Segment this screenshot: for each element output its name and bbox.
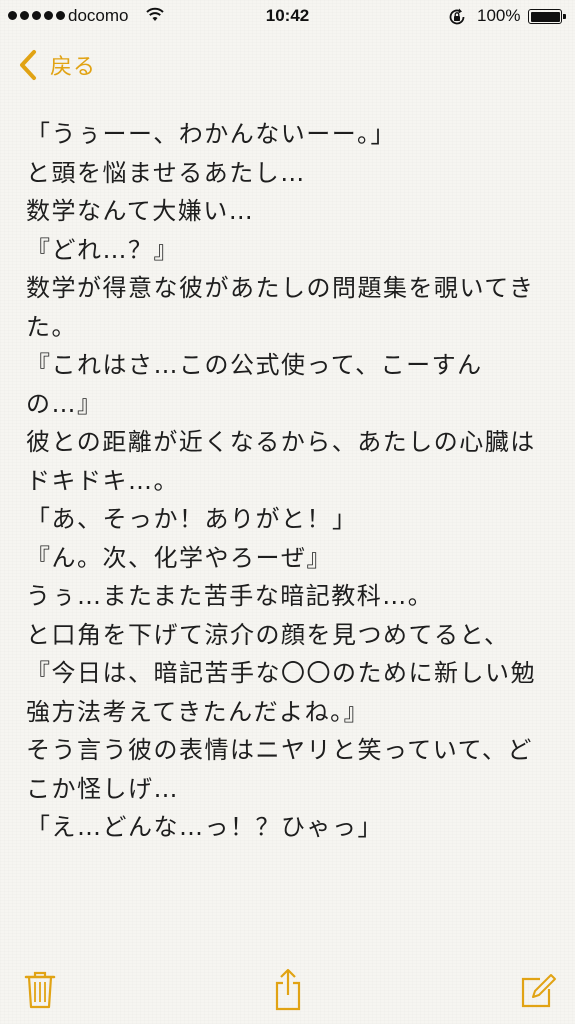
trash-icon: [24, 971, 56, 1009]
note-text[interactable]: 「うぅーー、わかんないーー。」 と頭を悩ませるあたし… 数学なんて大嫌い… 『どれ…？…: [26, 115, 556, 847]
note-line: 強方法考えてきたんだよね。』: [26, 697, 370, 726]
note-line: 『どれ…？』: [26, 235, 179, 264]
status-bar: docomo 10:42 100%: [0, 0, 575, 34]
back-button[interactable]: 戻る: [14, 47, 96, 83]
share-button[interactable]: [268, 967, 308, 1011]
note-line: 数学なんて大嫌い…: [26, 197, 255, 225]
note-line: 彼との距離が近くなるから、あたしの心臓は: [26, 428, 536, 456]
note-line: 「うぅーー、わかんないーー。」: [26, 120, 397, 148]
note-line: た。: [26, 312, 77, 341]
battery-icon: [528, 9, 566, 24]
chevron-left-icon: [20, 50, 36, 80]
note-line: 『これはさ…この公式使って、こーすん: [26, 351, 483, 379]
share-icon: [275, 968, 301, 1011]
note-line: 数学が得意な彼があたしの問題集を覗いてき: [26, 274, 535, 302]
note-line: ドキドキ…。: [26, 466, 179, 495]
note-line: 「あ、そっか！ありがと！」: [26, 505, 358, 533]
trash-button[interactable]: [20, 967, 60, 1011]
note-line: 『今日は、暗記苦手な〇〇のために新しい勉: [26, 659, 536, 687]
compose-icon: [521, 974, 556, 1008]
note-line: と口角を下げて涼介の顔を見つめてると、: [26, 620, 510, 649]
battery-percentage: 100%: [477, 6, 521, 25]
note-line: うぅ…またまた苦手な暗記教科…。: [26, 582, 434, 610]
note-line: 『ん。次、化学やろーぜ』: [26, 543, 332, 572]
note-line: こか怪しげ…: [26, 774, 179, 803]
compose-button[interactable]: [518, 967, 558, 1011]
note-line: の…』: [26, 389, 103, 418]
rotation-lock-icon: [447, 7, 467, 32]
note-line: そう言う彼の表情はニヤリと笑っていて、ど: [26, 736, 533, 764]
note-line: 「え…どんな…っ！？ひゃっ」: [26, 813, 383, 841]
note-line: と頭を悩ませるあたし…: [26, 158, 306, 187]
back-label: 戻る: [50, 55, 97, 80]
